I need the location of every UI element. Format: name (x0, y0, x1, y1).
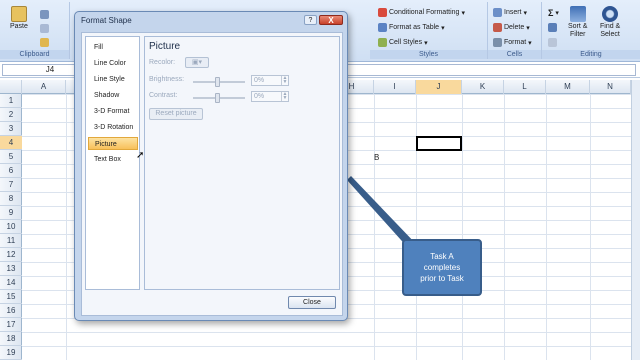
category-shadow[interactable]: Shadow (88, 89, 138, 102)
category-fill[interactable]: Fill (88, 41, 138, 54)
brightness-spinner[interactable]: 0% ▲ ▼ (251, 75, 289, 86)
panel-title: Picture (149, 41, 181, 52)
brightness-slider-thumb[interactable] (215, 77, 220, 87)
category-list: Fill Line Color Line Style Shadow 3-D Fo… (85, 36, 140, 290)
category-line-style[interactable]: Line Style (88, 73, 138, 86)
format-shape-dialog: Format Shape ? X Fill Line Color Line St… (74, 11, 348, 321)
contrast-slider-thumb[interactable] (215, 93, 220, 103)
reset-picture-button[interactable]: Reset picture (149, 108, 203, 120)
recolor-icon: ▣▾ (191, 59, 203, 66)
callout-line-3: prior to Task (420, 274, 464, 283)
brightness-label: Brightness: (149, 76, 185, 83)
category-line-color[interactable]: Line Color (88, 57, 138, 70)
category-text-box[interactable]: Text Box (88, 153, 138, 166)
brightness-value: 0% (254, 77, 265, 84)
callout-line-2: completes (423, 263, 461, 272)
recolor-dropdown[interactable]: ▣▾ (185, 57, 209, 68)
callout-line-1: Task A (430, 252, 454, 261)
dialog-close-button[interactable]: X (319, 15, 343, 25)
category-3d-format[interactable]: 3-D Format (88, 105, 138, 118)
category-picture[interactable]: Picture (88, 137, 138, 150)
contrast-spinner[interactable]: 0% ▲ ▼ (251, 91, 289, 102)
help-button[interactable]: ? (304, 15, 317, 25)
contrast-value: 0% (254, 93, 265, 100)
dialog-title: Format Shape (81, 16, 132, 25)
category-3d-rotation[interactable]: 3-D Rotation (88, 121, 138, 134)
spinner-arrows-icon[interactable]: ▲ ▼ (281, 92, 288, 101)
spinner-arrows-icon[interactable]: ▲ ▼ (281, 76, 288, 85)
brightness-slider[interactable] (193, 77, 245, 87)
recolor-label: Recolor: (149, 59, 176, 66)
picture-panel: Picture Recolor: ▣▾ Brightness: 0% ▲ ▼ Co… (144, 36, 340, 290)
dialog-body: Fill Line Color Line Style Shadow 3-D Fo… (81, 32, 343, 316)
callout-shape[interactable]: Task A completes prior to Task (402, 239, 482, 296)
contrast-slider[interactable] (193, 93, 245, 103)
contrast-label: Contrast: (149, 92, 178, 99)
close-button[interactable]: Close (288, 296, 336, 309)
